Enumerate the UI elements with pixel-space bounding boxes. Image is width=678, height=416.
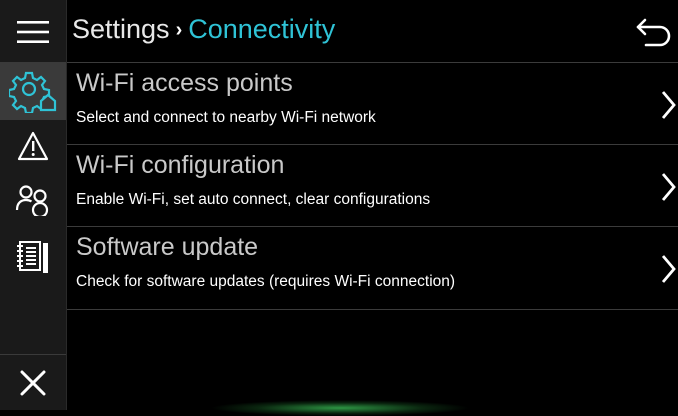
menu-item-title: Wi-Fi access points [76,69,293,97]
chevron-right-icon [661,173,676,201]
menu-item-description: Select and connect to nearby Wi-Fi netwo… [76,109,376,126]
menu-button[interactable] [0,8,66,56]
menu-item-wifi-configuration[interactable]: Wi-Fi configuration Enable Wi-Fi, set au… [67,144,678,227]
chevron-right-icon [661,91,676,119]
header: Settings › Connectivity [67,0,678,62]
breadcrumb-current: Connectivity [188,14,336,44]
menu-item-description: Check for software updates (requires Wi-… [76,273,456,290]
menu-item-description: Enable Wi-Fi, set auto connect, clear co… [76,191,431,208]
menu-item-wifi-access-points[interactable]: Wi-Fi access points Select and connect t… [67,62,678,145]
chevron-right-icon [661,255,676,283]
menu-item-title: Software update [76,233,259,261]
sidebar-item-logbook[interactable] [0,234,66,282]
breadcrumb: Settings › Connectivity [72,14,335,45]
users-icon [15,185,49,216]
breadcrumb-root[interactable]: Settings [72,14,170,44]
sidebar [0,0,67,410]
close-icon [20,370,46,396]
warning-icon [17,131,49,161]
back-icon[interactable] [636,16,672,48]
sidebar-item-settings[interactable] [0,62,66,120]
sidebar-item-users[interactable] [0,176,66,224]
logbook-icon [17,241,48,273]
menu-item-software-update[interactable]: Software update Check for software updat… [67,226,678,310]
breadcrumb-separator: › [175,19,183,41]
sidebar-item-alarms[interactable] [0,124,66,168]
menu-item-title: Wi-Fi configuration [76,151,285,179]
close-button[interactable] [0,358,66,408]
status-glow [210,400,470,416]
settings-home-icon [9,71,57,113]
menu-icon [17,21,49,43]
main-panel: Settings › Connectivity Wi-Fi access point… [67,0,678,410]
